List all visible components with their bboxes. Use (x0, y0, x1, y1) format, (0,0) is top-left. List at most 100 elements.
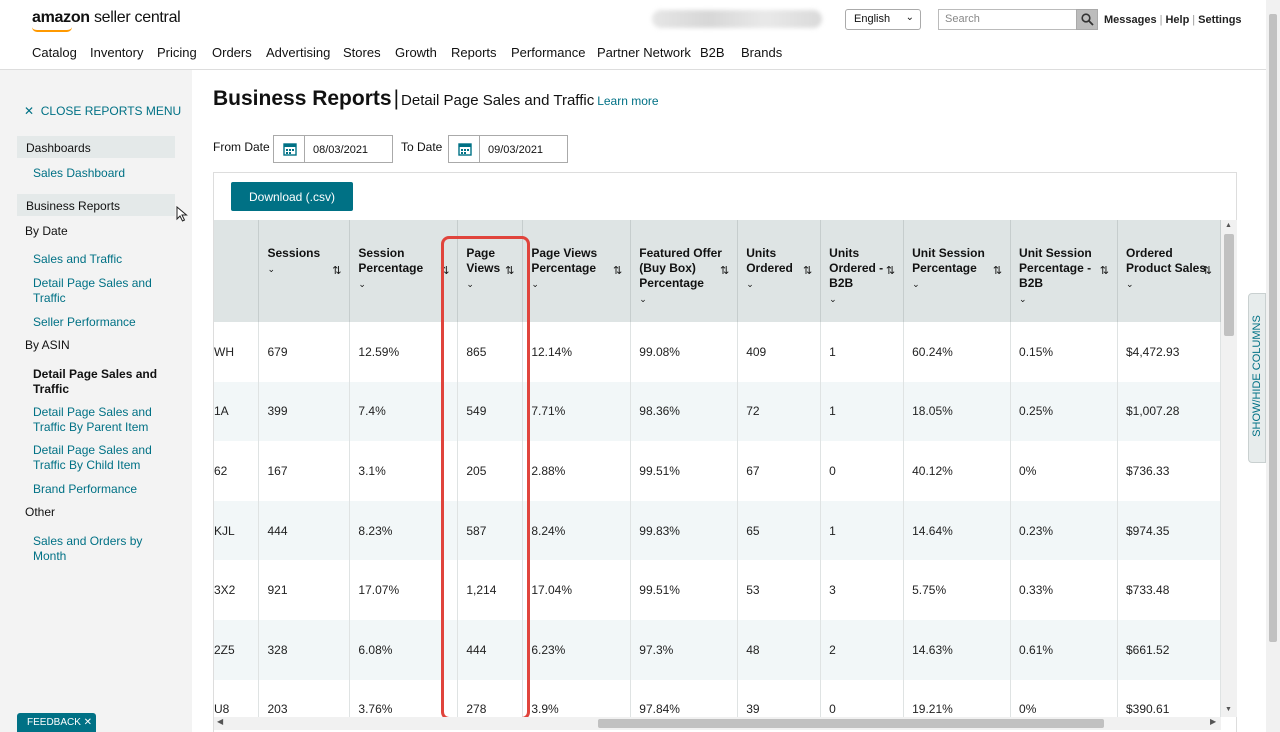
horizontal-scroll-thumb[interactable] (598, 719, 1104, 728)
nav-stores[interactable]: Stores (343, 45, 381, 60)
sidebar-section-business-reports[interactable]: Business Reports (17, 194, 175, 216)
column-header-unit-session-percentage[interactable]: Unit Session Percentage ⌄ ⇅ (903, 220, 1012, 322)
chevron-down-icon: ⌄ (358, 279, 366, 289)
download-csv-button[interactable]: Download (.csv) (231, 182, 353, 211)
cell-units-ordered-b2b: 0 (820, 441, 905, 501)
cell-asin: KJL (214, 500, 260, 561)
column-header-sessions[interactable]: Sessions ⌄ ⇅ (258, 220, 351, 322)
close-reports-menu-button[interactable]: ✕ CLOSE REPORTS MENU (24, 104, 181, 118)
sort-icon[interactable]: ⇅ (720, 264, 729, 279)
report-table-scroll-area[interactable]: Sessions ⌄ ⇅ Session Percentage ⌄ ⇅ Page Vie… (214, 220, 1221, 717)
cell-buy-box-percentage: 97.3% (630, 619, 739, 680)
messages-link[interactable]: Messages (1104, 14, 1157, 26)
search-button[interactable] (1076, 9, 1098, 30)
cell-unit-session-percentage-b2b: 0% (1010, 441, 1118, 501)
cell-units-ordered: 409 (737, 322, 822, 382)
learn-more-link[interactable]: Learn more (597, 94, 658, 108)
reports-sidebar: ✕ CLOSE REPORTS MENU Dashboards Sales Da… (0, 70, 192, 732)
nav-orders[interactable]: Orders (212, 45, 252, 60)
sort-icon[interactable]: ⇅ (613, 264, 622, 279)
sort-icon[interactable]: ⇅ (1203, 264, 1212, 279)
nav-catalog[interactable]: Catalog (32, 45, 77, 60)
sidebar-item-sales-orders-by-month[interactable]: Sales and Orders by Month (33, 534, 173, 564)
nav-advertising[interactable]: Advertising (266, 45, 330, 60)
sidebar-item-brand-performance[interactable]: Brand Performance (33, 482, 173, 497)
to-date-input[interactable]: 09/03/2021 (480, 135, 568, 163)
cell-ordered-product-sales: $4,472.93 (1117, 322, 1221, 382)
cell-page-views-percentage: 7.71% (522, 381, 632, 442)
sort-icon[interactable]: ⇅ (803, 264, 812, 279)
table-row: 3X2 921 17.07% 1,214 17.04% 99.51% 53 3 5.75% 0.3… (214, 560, 1221, 620)
settings-link[interactable]: Settings (1198, 14, 1241, 26)
chevron-down-icon: ⌄ (912, 279, 920, 289)
cell-ordered-product-sales: $661.52 (1117, 619, 1221, 680)
column-header-page-views-percentage[interactable]: Page Views Percentage ⌄ ⇅ (522, 220, 632, 322)
chevron-down-icon: ⌄ (746, 279, 754, 289)
nav-partner-network[interactable]: Partner Network (597, 45, 691, 60)
column-header-unit-session-percentage-b2b[interactable]: Unit Session Percentage - B2B ⌄ ⇅ (1010, 220, 1118, 322)
cell-units-ordered: 65 (737, 500, 822, 561)
nav-pricing[interactable]: Pricing (157, 45, 197, 60)
sidebar-item-detail-page-sales-traffic-asin[interactable]: Detail Page Sales and Traffic (33, 367, 173, 397)
sidebar-item-seller-performance[interactable]: Seller Performance (33, 315, 173, 330)
main-nav: Catalog Inventory Pricing Orders Adverti… (0, 40, 1280, 70)
column-header-units-ordered[interactable]: Units Ordered ⌄ ⇅ (737, 220, 822, 322)
cell-units-ordered-b2b: 0 (820, 679, 905, 717)
search-input[interactable]: Search (938, 9, 1078, 30)
sort-icon[interactable]: ⇅ (332, 264, 341, 279)
help-link[interactable]: Help (1165, 14, 1189, 26)
scroll-down-icon[interactable]: ▼ (1225, 706, 1232, 713)
cell-units-ordered-b2b: 1 (820, 381, 905, 442)
page-scrollbar[interactable] (1266, 0, 1280, 732)
cell-sessions: 203 (258, 679, 351, 717)
from-date-calendar-button[interactable] (273, 135, 305, 163)
cell-sessions: 921 (258, 560, 351, 620)
column-header-buy-box-percentage[interactable]: Featured Offer (Buy Box) Percentage ⌄ ⇅ (630, 220, 739, 322)
sidebar-item-detail-page-parent-item[interactable]: Detail Page Sales and Traffic By Parent … (33, 405, 173, 435)
sidebar-group-other: Other (25, 505, 56, 519)
sidebar-section-dashboards[interactable]: Dashboards (17, 136, 175, 158)
nav-brands[interactable]: Brands (741, 45, 782, 60)
nav-reports[interactable]: Reports (451, 45, 497, 60)
search-icon (1081, 13, 1094, 26)
sidebar-item-sales-dashboard[interactable]: Sales Dashboard (33, 166, 173, 181)
sort-icon[interactable]: ⇅ (886, 264, 895, 279)
scroll-up-icon[interactable]: ▲ (1225, 222, 1232, 229)
scroll-right-icon[interactable]: ▶ (1210, 717, 1216, 726)
amazon-seller-central-logo[interactable]: amazon seller central (32, 9, 181, 27)
nav-b2b[interactable]: B2B (700, 45, 725, 60)
to-date-calendar-button[interactable] (448, 135, 480, 163)
scroll-left-icon[interactable]: ◀ (217, 717, 223, 726)
sidebar-group-by-date: By Date (25, 224, 68, 238)
table-vertical-scrollbar[interactable]: ▲ ▼ (1221, 220, 1237, 717)
table-horizontal-scrollbar[interactable]: ◀ ▶ (214, 717, 1221, 730)
nav-inventory[interactable]: Inventory (90, 45, 143, 60)
cell-sessions: 328 (258, 619, 351, 680)
nav-performance[interactable]: Performance (511, 45, 585, 60)
nav-growth[interactable]: Growth (395, 45, 437, 60)
table-row: 62 167 3.1% 205 2.88% 99.51% 67 0 40.12% 0% $736.3… (214, 441, 1221, 501)
language-select[interactable]: English ⌄ (845, 9, 921, 30)
page-scroll-thumb[interactable] (1269, 14, 1277, 642)
column-header-ordered-product-sales[interactable]: Ordered Product Sales ⌄ ⇅ (1117, 220, 1221, 322)
table-row: WH 679 12.59% 865 12.14% 99.08% 409 1 60.24% 0.15… (214, 322, 1221, 382)
sidebar-item-detail-page-sales-traffic-date[interactable]: Detail Page Sales and Traffic (33, 276, 173, 306)
calendar-icon (283, 143, 297, 156)
sidebar-item-detail-page-child-item[interactable]: Detail Page Sales and Traffic By Child I… (33, 443, 173, 473)
cell-buy-box-percentage: 97.84% (630, 679, 739, 717)
show-hide-columns-tab[interactable]: SHOW/HIDE COLUMNS (1248, 293, 1266, 463)
page-views-highlight-box (441, 236, 530, 720)
cell-sessions: 167 (258, 441, 351, 501)
feedback-button[interactable]: FEEDBACK ✕ (17, 713, 96, 732)
sidebar-item-sales-and-traffic[interactable]: Sales and Traffic (33, 252, 173, 267)
cell-units-ordered: 39 (737, 679, 822, 717)
close-icon: ✕ (24, 104, 35, 118)
column-header-units-ordered-b2b[interactable]: Units Ordered - B2B ⌄ ⇅ (820, 220, 905, 322)
cell-unit-session-percentage-b2b: 0.23% (1010, 500, 1118, 561)
logo-smile-icon (32, 27, 72, 32)
sort-icon[interactable]: ⇅ (1100, 264, 1109, 279)
cell-unit-session-percentage: 60.24% (903, 322, 1012, 382)
vertical-scroll-thumb[interactable] (1224, 234, 1234, 336)
sort-icon[interactable]: ⇅ (993, 264, 1002, 279)
from-date-input[interactable]: 08/03/2021 (305, 135, 393, 163)
